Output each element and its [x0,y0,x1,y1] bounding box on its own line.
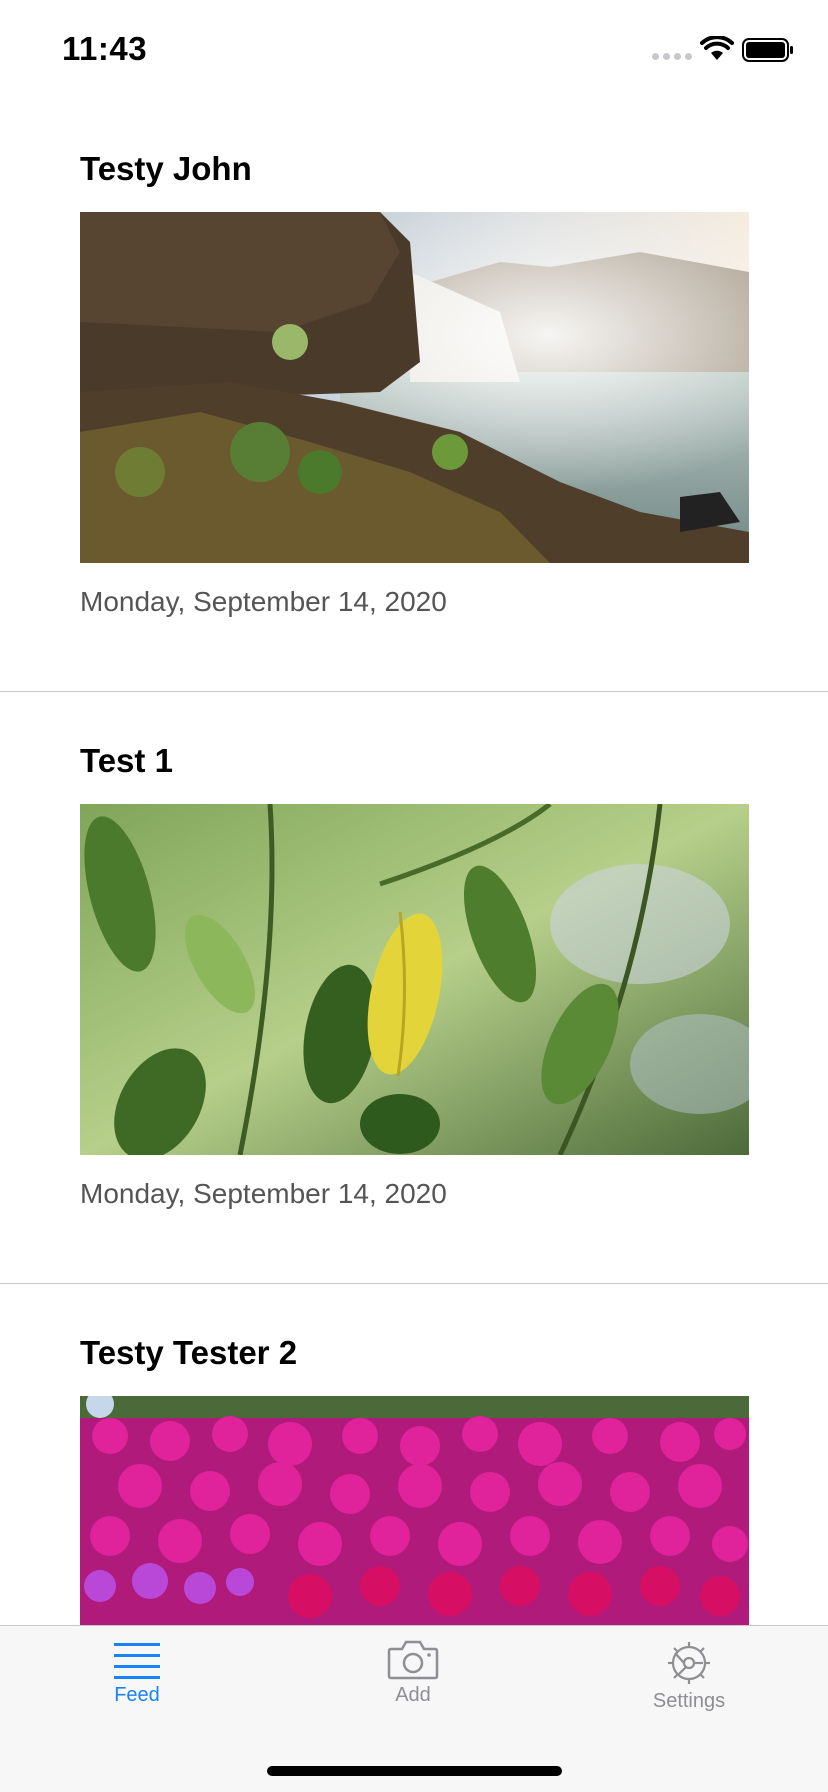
app-screen: 11:43 Testy John Monday, September 14, 2… [0,0,828,1792]
post-title: Testy Tester 2 [80,1334,298,1371]
battery-icon [742,38,793,62]
camera-icon [387,1640,439,1680]
tab-add-label: Add [395,1684,431,1706]
post-date: Monday, September 14, 2020 [80,586,447,617]
post-image-waterfall[interactable] [80,212,749,563]
feed-list[interactable]: Testy John Monday, September 14, 2020 Te… [0,100,828,1792]
post-image-lemon-leaves[interactable] [80,804,749,1155]
list-icon [114,1643,160,1679]
feed-post[interactable]: Test 1 Monday, September 14, 2020 [0,692,828,1284]
feed-post[interactable]: Testy John Monday, September 14, 2020 [0,100,828,692]
home-indicator[interactable] [267,1766,562,1776]
tab-feed[interactable]: Feed [37,1640,237,1740]
tab-settings[interactable]: Settings [589,1640,789,1740]
tab-feed-label: Feed [114,1684,160,1706]
wifi-icon [700,36,734,60]
cellular-signal-icon [652,53,692,60]
gear-icon [668,1642,710,1684]
tab-add[interactable]: Add [313,1640,513,1740]
post-title: Test 1 [80,742,173,779]
post-title: Testy John [80,150,252,187]
status-bar: 11:43 [0,0,828,100]
post-date: Monday, September 14, 2020 [80,1178,447,1209]
status-time: 11:43 [62,30,148,67]
tab-settings-label: Settings [652,1690,726,1712]
